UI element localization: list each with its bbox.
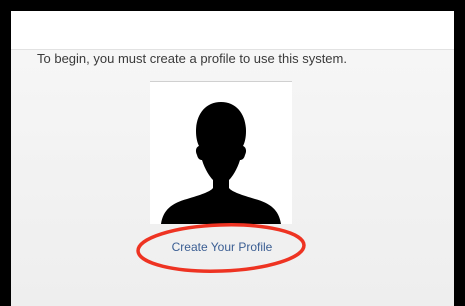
header-divider [11,49,454,50]
intro-message: To begin, you must create a profile to u… [37,51,347,66]
person-silhouette-icon [161,102,281,224]
profile-avatar [150,81,292,224]
create-profile-link[interactable]: Create Your Profile [157,240,287,254]
screenshot-frame: To begin, you must create a profile to u… [0,0,465,306]
